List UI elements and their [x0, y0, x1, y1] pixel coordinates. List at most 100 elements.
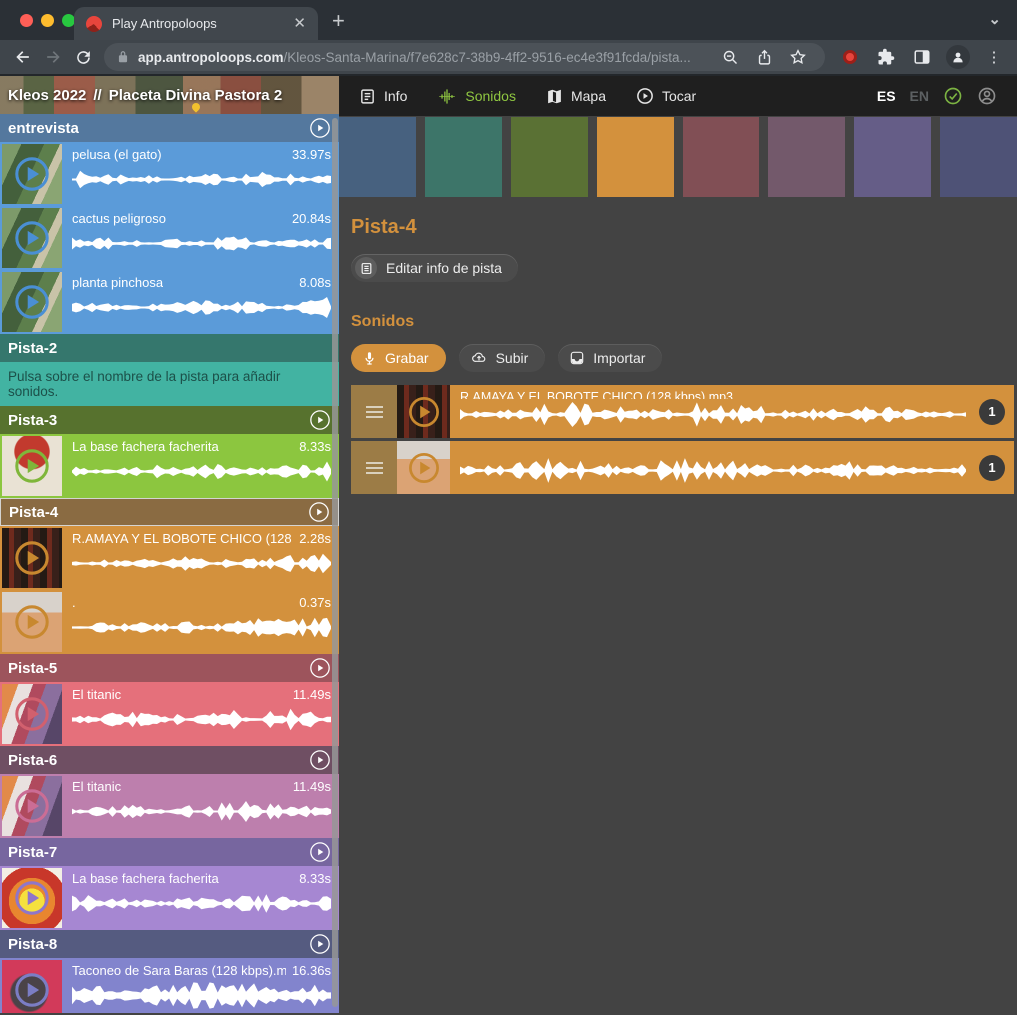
account-icon[interactable] — [977, 86, 997, 106]
bookmark-star-icon[interactable] — [783, 43, 813, 71]
check-circle-icon[interactable] — [943, 86, 963, 106]
sound-row[interactable]: Taconeo de Sara Baras (128 kbps).mp3 16.… — [0, 958, 339, 1013]
play-ring-icon[interactable] — [13, 283, 51, 321]
track-swatch-2[interactable] — [425, 117, 502, 197]
track-header-pista-4[interactable]: Pista-4 — [0, 498, 339, 526]
sound-thumbnail[interactable] — [2, 592, 62, 652]
play-ring-icon[interactable] — [13, 787, 51, 825]
address-bar[interactable]: app.antropoloops.com/Kleos-Santa-Marina/… — [104, 43, 825, 71]
forward-button[interactable] — [38, 43, 68, 71]
play-ring-icon[interactable] — [13, 695, 51, 733]
track-swatch-1[interactable] — [339, 117, 416, 197]
nav-item-info[interactable]: Info — [359, 88, 407, 105]
sound-row[interactable]: La base fachera facherita 8.33s — [0, 434, 339, 498]
track-body-pista-4: R.AMAYA Y EL BOBOTE CHICO (128 kbps)....… — [0, 526, 339, 654]
sound-row[interactable]: R.AMAYA Y EL BOBOTE CHICO (128 kbps)....… — [0, 526, 339, 590]
track-play-icon[interactable] — [308, 501, 330, 523]
track-play-icon[interactable] — [309, 933, 331, 955]
reload-button[interactable] — [68, 43, 98, 71]
extensions-puzzle-icon[interactable] — [871, 43, 901, 71]
sound-thumbnail[interactable] — [397, 441, 450, 494]
track-header-pista-7[interactable]: Pista-7 — [0, 838, 339, 866]
sound-thumbnail[interactable] — [2, 684, 62, 744]
upload-button[interactable]: Subir — [459, 344, 546, 372]
profile-avatar-icon[interactable] — [943, 43, 973, 71]
sound-title: R.AMAYA Y EL BOBOTE CHICO (128 kbps).mp3 — [460, 390, 966, 399]
editor-sound-row[interactable]: R.AMAYA Y EL BOBOTE CHICO (128 kbps).mp3… — [351, 385, 1014, 438]
import-button[interactable]: Importar — [558, 344, 662, 372]
sound-thumbnail[interactable] — [2, 868, 62, 928]
sound-thumbnail[interactable] — [2, 960, 62, 1013]
record-button[interactable]: Grabar — [351, 344, 446, 372]
sound-thumbnail[interactable] — [2, 776, 62, 836]
track-play-icon[interactable] — [309, 117, 331, 139]
track-header-pista-8[interactable]: Pista-8 — [0, 930, 339, 958]
sound-thumbnail[interactable] — [2, 208, 62, 268]
track-header-entrevista[interactable]: entrevista — [0, 114, 339, 142]
drag-handle-icon[interactable] — [351, 385, 397, 438]
editor-sound-row[interactable]: . 1 — [351, 441, 1014, 494]
lang-en[interactable]: EN — [910, 88, 929, 104]
share-icon[interactable] — [749, 43, 779, 71]
drag-handle-icon[interactable] — [351, 441, 397, 494]
lang-es[interactable]: ES — [877, 88, 896, 104]
play-ring-icon[interactable] — [13, 155, 51, 193]
back-button[interactable] — [8, 43, 38, 71]
track-header-pista-3[interactable]: Pista-3 — [0, 406, 339, 434]
sound-thumbnail[interactable] — [2, 528, 62, 588]
sound-thumbnail[interactable] — [2, 436, 62, 496]
sidebar-scrollbar[interactable] — [332, 118, 338, 1007]
edit-track-info-button[interactable]: Editar info de pista — [351, 254, 518, 282]
zoom-indicator-icon[interactable] — [715, 43, 745, 71]
sound-row[interactable]: planta pinchosa 8.08s — [0, 270, 339, 334]
track-swatch-3[interactable] — [511, 117, 588, 197]
recording-extension-icon[interactable] — [835, 43, 865, 71]
play-ring-icon[interactable] — [13, 539, 51, 577]
close-window-button[interactable] — [20, 14, 33, 27]
nav-item-mapa[interactable]: Mapa — [546, 88, 606, 105]
track-swatch-5[interactable] — [683, 117, 760, 197]
browser-tab[interactable]: Play Antropoloops ✕ — [74, 7, 318, 40]
sound-thumbnail[interactable] — [397, 385, 450, 438]
sound-row[interactable]: cactus peligroso 20.84s — [0, 206, 339, 270]
play-ring-icon[interactable] — [13, 879, 51, 917]
new-tab-button[interactable]: + — [332, 8, 345, 34]
sound-row[interactable]: pelusa (el gato) 33.97s — [0, 142, 339, 206]
side-panel-icon[interactable] — [907, 43, 937, 71]
nav-item-sonidos[interactable]: Sonidos — [437, 88, 516, 105]
sound-row[interactable]: La base fachera facherita 8.33s — [0, 866, 339, 930]
track-swatch-7[interactable] — [854, 117, 931, 197]
sound-duration: 16.36s — [292, 963, 331, 978]
play-ring-icon[interactable] — [407, 395, 441, 429]
track-swatch-6[interactable] — [768, 117, 845, 197]
track-header-pista-2[interactable]: Pista-2 — [0, 334, 339, 362]
track-header-pista-5[interactable]: Pista-5 — [0, 654, 339, 682]
project-breadcrumb[interactable]: Kleos 2022 // Placeta Divina Pastora 2 — [0, 76, 339, 114]
sound-row[interactable]: El titanic 11.49s — [0, 682, 339, 746]
sound-title: . — [460, 446, 966, 455]
track-play-icon[interactable] — [309, 841, 331, 863]
sound-row[interactable]: . 0.37s — [0, 590, 339, 654]
nav-item-tocar[interactable]: Tocar — [636, 87, 696, 105]
sound-info: La base fachera facherita 8.33s — [72, 868, 339, 928]
track-swatch-4-active[interactable] — [597, 117, 674, 197]
play-ring-icon[interactable] — [13, 971, 51, 1009]
sound-row[interactable]: El titanic 11.49s — [0, 774, 339, 838]
track-swatch-8[interactable] — [940, 117, 1017, 197]
tab-close-icon[interactable]: ✕ — [293, 16, 306, 31]
loop-count-badge: 1 — [979, 455, 1005, 481]
minimize-window-button[interactable] — [41, 14, 54, 27]
play-ring-icon[interactable] — [407, 451, 441, 485]
sound-thumbnail[interactable] — [2, 272, 62, 332]
tab-search-chevron-icon[interactable]: ⌄ — [988, 10, 1001, 28]
track-play-icon[interactable] — [309, 749, 331, 771]
play-ring-icon[interactable] — [13, 219, 51, 257]
track-play-icon[interactable] — [309, 657, 331, 679]
track-header-pista-6[interactable]: Pista-6 — [0, 746, 339, 774]
sound-title: Taconeo de Sara Baras (128 kbps).mp3 — [72, 963, 286, 978]
track-play-icon[interactable] — [309, 409, 331, 431]
browser-menu-kebab-icon[interactable]: ⋮ — [979, 43, 1009, 71]
play-ring-icon[interactable] — [13, 603, 51, 641]
sound-thumbnail[interactable] — [2, 144, 62, 204]
play-ring-icon[interactable] — [13, 447, 51, 485]
